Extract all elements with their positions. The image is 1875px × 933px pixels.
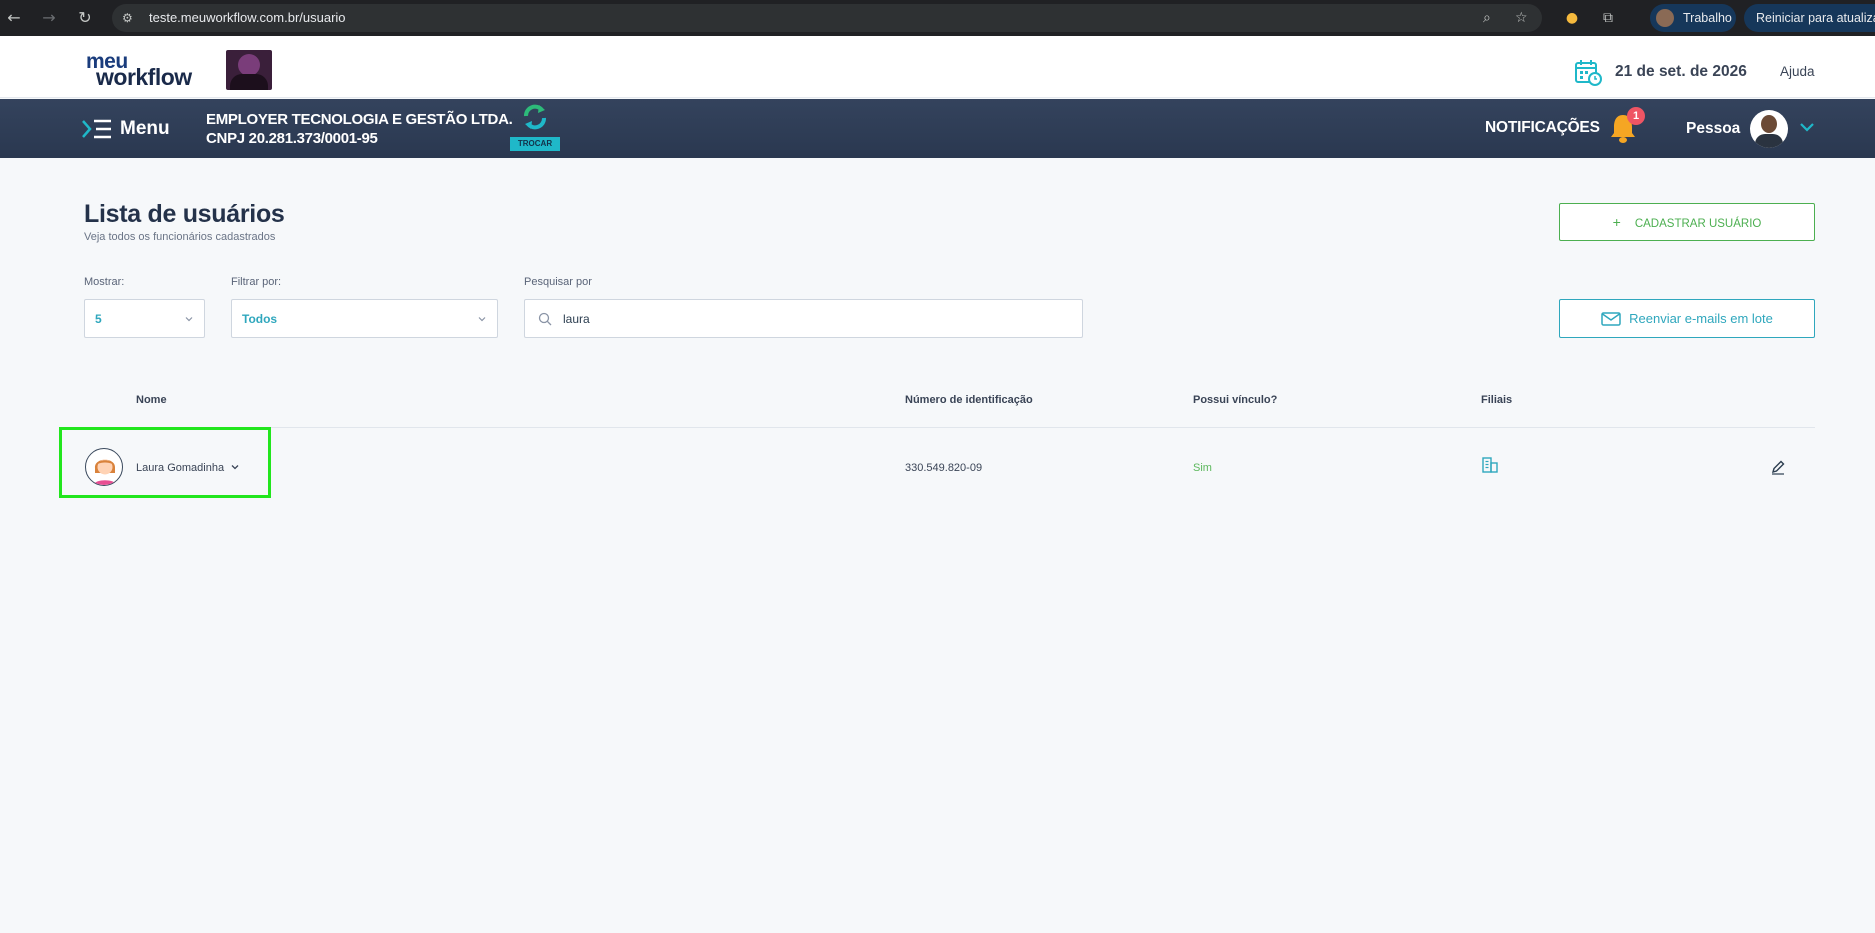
bookmark-star-icon[interactable]: ☆ bbox=[1515, 10, 1528, 26]
column-header-name: Nome bbox=[136, 394, 167, 406]
page-subtitle: Veja todos os funcionários cadastrados bbox=[84, 231, 276, 243]
profile-button[interactable]: Trabalho bbox=[1650, 4, 1736, 32]
notifications-label[interactable]: NOTIFICAÇÕES bbox=[1485, 119, 1600, 137]
show-select[interactable]: 5 bbox=[84, 299, 205, 338]
add-user-label: CADASTRAR USUÁRIO bbox=[1634, 218, 1762, 230]
company-cnpj: CNPJ 20.281.373/0001-95 bbox=[206, 130, 378, 147]
chevron-down-icon bbox=[478, 317, 486, 322]
highlight-box bbox=[59, 427, 271, 498]
forward-icon[interactable]: → bbox=[37, 6, 61, 30]
column-header-branches: Filiais bbox=[1481, 394, 1513, 406]
chevron-down-icon[interactable] bbox=[1798, 118, 1816, 136]
menu-icon[interactable] bbox=[82, 119, 112, 139]
table-divider bbox=[84, 427, 1815, 428]
show-select-value: 5 bbox=[95, 312, 102, 326]
user-row-id: 330.549.820-09 bbox=[905, 462, 983, 474]
search-input[interactable] bbox=[563, 310, 1063, 328]
column-header-id: Número de identificação bbox=[905, 394, 1033, 406]
swap-company-icon[interactable] bbox=[520, 102, 550, 132]
update-label: Reiniciar para atualizar bbox=[1756, 11, 1875, 25]
extensions-puzzle-icon[interactable]: ⧉ bbox=[1598, 8, 1618, 28]
plus-icon: + bbox=[1612, 214, 1621, 230]
swap-company-button[interactable]: TROCAR bbox=[510, 137, 560, 151]
menu-label[interactable]: Menu bbox=[120, 118, 170, 140]
reload-icon[interactable]: ↻ bbox=[73, 6, 97, 30]
chevron-down-icon bbox=[185, 317, 193, 322]
mail-icon bbox=[1601, 311, 1621, 326]
user-name[interactable]: Pessoa bbox=[1686, 120, 1740, 138]
filter-label: Filtrar por: bbox=[231, 276, 282, 288]
profile-avatar bbox=[1656, 9, 1674, 27]
filter-select-value: Todos bbox=[242, 312, 278, 326]
profile-label: Trabalho bbox=[1683, 11, 1732, 25]
url-text: teste.meuworkflow.com.br/usuario bbox=[149, 10, 346, 25]
search-icon bbox=[538, 312, 552, 326]
search-field[interactable] bbox=[524, 299, 1083, 338]
column-header-link: Possui vínculo? bbox=[1193, 394, 1278, 406]
app-logo[interactable]: meu workflow bbox=[86, 50, 196, 90]
filter-select[interactable]: Todos bbox=[231, 299, 498, 338]
add-user-button[interactable]: + CADASTRAR USUÁRIO bbox=[1559, 203, 1815, 241]
main-navbar: Menu EMPLOYER TECNOLOGIA E GESTÃO LTDA. … bbox=[0, 99, 1875, 158]
notifications-count-badge: 1 bbox=[1627, 107, 1645, 125]
logo-line-2: workflow bbox=[96, 64, 192, 90]
resend-emails-label: Reenviar e-mails em lote bbox=[1629, 311, 1773, 326]
company-name: EMPLOYER TECNOLOGIA E GESTÃO LTDA. bbox=[206, 111, 513, 128]
page-title: Lista de usuários bbox=[84, 200, 285, 228]
user-avatar[interactable] bbox=[1750, 110, 1788, 148]
site-info-icon[interactable]: ⚙ bbox=[122, 10, 138, 26]
show-label: Mostrar: bbox=[84, 276, 125, 288]
calendar-icon bbox=[1575, 60, 1602, 86]
address-bar[interactable]: ⚙ teste.meuworkflow.com.br/usuario ⌕ ☆ bbox=[112, 4, 1542, 32]
building-icon[interactable] bbox=[1481, 456, 1499, 474]
browser-toolbar: ← → ↻ ⚙ teste.meuworkflow.com.br/usuario… bbox=[0, 0, 1875, 36]
extension-icon[interactable]: ● bbox=[1562, 8, 1582, 28]
edit-pencil-icon[interactable] bbox=[1770, 459, 1786, 475]
current-date: 21 de set. de 2026 bbox=[1615, 63, 1747, 80]
company-logo bbox=[226, 50, 272, 90]
help-link[interactable]: Ajuda bbox=[1780, 64, 1815, 79]
search-label: Pesquisar por bbox=[524, 276, 592, 288]
zoom-icon[interactable]: ⌕ bbox=[1483, 10, 1491, 26]
resend-emails-button[interactable]: Reenviar e-mails em lote bbox=[1559, 299, 1815, 338]
update-button[interactable]: Reiniciar para atualizar bbox=[1744, 4, 1875, 32]
back-icon[interactable]: ← bbox=[2, 6, 26, 30]
user-row-has-link: Sim bbox=[1193, 462, 1212, 474]
